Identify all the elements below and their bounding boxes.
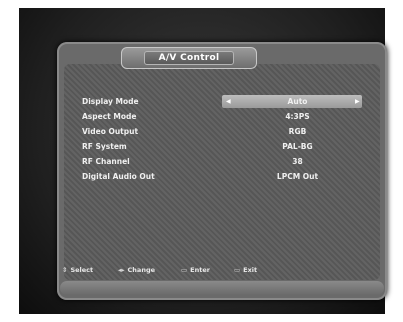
up-down-arrow-icon: ⇕ bbox=[62, 266, 68, 274]
setting-value: PAL-BG bbox=[282, 142, 313, 151]
ok-key-icon: ▭ bbox=[181, 266, 188, 274]
page-title: A/V Control bbox=[143, 51, 235, 65]
setting-label: Digital Audio Out bbox=[82, 172, 155, 181]
panel-title-tab: A/V Control bbox=[121, 47, 257, 69]
setting-label: Video Output bbox=[82, 127, 139, 136]
setting-label: Aspect Mode bbox=[82, 112, 137, 121]
hint-enter-label: Enter bbox=[190, 266, 210, 274]
setting-row-digital-audio-out[interactable]: Digital Audio Out LPCM Out bbox=[80, 170, 370, 184]
setting-row-rf-channel[interactable]: RF Channel 38 bbox=[80, 155, 370, 169]
hint-select: ⇕ Select bbox=[62, 266, 93, 274]
left-arrow-icon[interactable]: ◀ bbox=[226, 98, 231, 105]
bottom-bar bbox=[60, 281, 384, 295]
hint-exit: ▭ Exit bbox=[234, 266, 257, 274]
setting-value: LPCM Out bbox=[276, 172, 319, 181]
setting-value: 4:3PS bbox=[285, 112, 310, 121]
setting-label: Display Mode bbox=[82, 97, 139, 106]
footer-hints: ⇕ Select ◂▸ Change ▭ Enter ▭ Exit bbox=[62, 263, 382, 277]
setting-label: RF Channel bbox=[82, 157, 130, 166]
hint-enter: ▭ Enter bbox=[181, 266, 210, 274]
hint-exit-label: Exit bbox=[243, 266, 258, 274]
setting-row-rf-system[interactable]: RF System PAL-BG bbox=[80, 140, 370, 154]
hint-change-label: Change bbox=[127, 266, 156, 274]
setting-row-display-mode[interactable]: Display Mode ◀ Auto ▶ bbox=[80, 95, 370, 109]
hint-select-label: Select bbox=[70, 266, 94, 274]
setting-value: Auto bbox=[287, 97, 308, 106]
right-arrow-icon[interactable]: ▶ bbox=[355, 98, 360, 105]
setting-row-aspect-mode[interactable]: Aspect Mode 4:3PS bbox=[80, 110, 370, 124]
setting-value: RGB bbox=[288, 127, 307, 136]
setting-label: RF System bbox=[82, 142, 127, 151]
exit-key-icon: ▭ bbox=[234, 266, 241, 274]
hint-change: ◂▸ Change bbox=[118, 266, 155, 274]
left-right-arrow-icon: ◂▸ bbox=[118, 266, 125, 274]
setting-value: 38 bbox=[292, 157, 303, 166]
setting-row-video-output[interactable]: Video Output RGB bbox=[80, 125, 370, 139]
